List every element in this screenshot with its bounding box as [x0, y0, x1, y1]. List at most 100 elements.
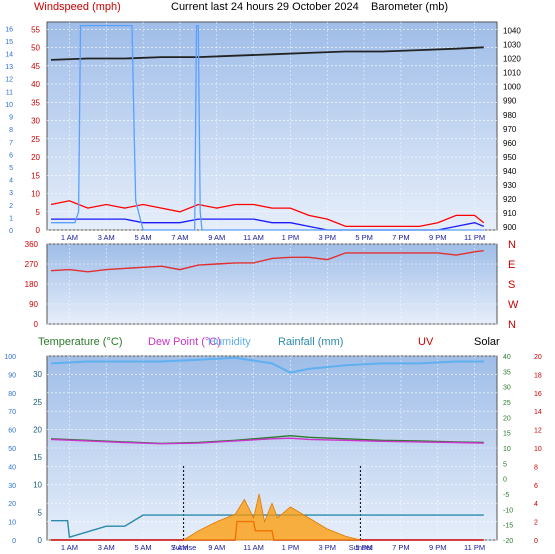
- time-tick-label: 1 PM: [282, 543, 300, 552]
- time-tick-label: 7 AM: [171, 233, 188, 242]
- humidity-tick-label: 100: [4, 354, 16, 361]
- compass-tick-label: N: [508, 319, 516, 331]
- time-tick-label: 9 PM: [429, 543, 447, 552]
- time-tick-label: 5 AM: [135, 543, 152, 552]
- legend-solar: Solar: [474, 336, 500, 348]
- humidity-tick-label: 10: [8, 520, 16, 527]
- barometer-tick-label: 1000: [503, 83, 521, 92]
- sunset-label: Sunset: [349, 543, 373, 552]
- uv-tick-label: 12: [534, 428, 542, 435]
- mph-tick-label: 50: [31, 44, 40, 53]
- direction-tick-label: 90: [29, 300, 38, 309]
- time-tick-label: 11 PM: [464, 233, 485, 242]
- barometer-tick-label: 910: [503, 209, 517, 218]
- temperature-tick-label: -20: [503, 538, 513, 545]
- humidity-tick-label: 40: [8, 464, 16, 471]
- humidity-tick-label: 60: [8, 428, 16, 435]
- temperature-tick-label: -10: [503, 507, 513, 514]
- rainfall-tick-label: 20: [33, 425, 42, 434]
- compass-tick-label: E: [508, 259, 515, 271]
- time-tick-label: 3 PM: [318, 233, 336, 242]
- chart-title: Current last 24 hours 29 October 2024: [171, 1, 359, 13]
- time-tick-label: 7 PM: [392, 233, 410, 242]
- sunrise-label: Sunrise: [171, 543, 196, 552]
- beaufort-tick-label: 10: [5, 102, 13, 109]
- temperature-tick-label: 35: [503, 369, 511, 376]
- temperature-tick-label: 40: [503, 354, 511, 361]
- legend-rainfall: Rainfall (mm): [278, 336, 343, 348]
- time-tick-label: 9 PM: [429, 233, 447, 242]
- windspeed-axis-title: Windspeed (mph): [34, 1, 121, 13]
- temperature-tick-label: -5: [503, 492, 509, 499]
- time-tick-label: 5 PM: [355, 233, 373, 242]
- humidity-tick-label: 50: [8, 446, 16, 453]
- legend-uv: UV: [418, 336, 434, 348]
- uv-tick-label: 4: [534, 501, 538, 508]
- mph-tick-label: 45: [31, 62, 40, 71]
- temperature-tick-label: 5: [503, 461, 507, 468]
- rainfall-tick-label: 0: [38, 536, 43, 545]
- barometer-tick-label: 970: [503, 125, 517, 134]
- beaufort-tick-label: 7: [9, 140, 13, 147]
- barometer-tick-label: 1010: [503, 69, 521, 78]
- rainfall-tick-label: 5: [38, 508, 43, 517]
- compass-tick-label: N: [508, 239, 516, 251]
- uv-tick-label: 16: [534, 391, 542, 398]
- barometer-tick-label: 1040: [503, 26, 521, 35]
- temperature-tick-label: 30: [503, 385, 511, 392]
- time-tick-label: 3 PM: [318, 543, 336, 552]
- rainfall-tick-label: 25: [33, 398, 42, 407]
- barometer-tick-label: 990: [503, 97, 517, 106]
- time-tick-label: 9 AM: [208, 233, 225, 242]
- beaufort-tick-label: 16: [5, 26, 13, 33]
- rainfall-tick-label: 30: [33, 370, 42, 379]
- barometer-tick-label: 930: [503, 181, 517, 190]
- beaufort-tick-label: 14: [5, 52, 13, 59]
- beaufort-tick-label: 3: [9, 190, 13, 197]
- beaufort-tick-label: 1: [9, 215, 13, 222]
- beaufort-tick-label: 4: [9, 178, 13, 185]
- temperature-tick-label: -15: [503, 523, 513, 530]
- barometer-tick-label: 980: [503, 111, 517, 120]
- barometer-axis-title: Barometer (mb): [371, 1, 448, 13]
- uv-tick-label: 14: [534, 409, 542, 416]
- uv-tick-label: 8: [534, 464, 538, 471]
- barometer-tick-label: 940: [503, 167, 517, 176]
- humidity-tick-label: 70: [8, 409, 16, 416]
- beaufort-tick-label: 15: [5, 39, 13, 46]
- uv-tick-label: 2: [534, 520, 538, 527]
- uv-tick-label: 10: [534, 446, 542, 453]
- beaufort-tick-label: 9: [9, 115, 13, 122]
- mph-tick-label: 15: [31, 171, 40, 180]
- beaufort-tick-label: 2: [9, 203, 13, 210]
- time-tick-label: 3 AM: [98, 543, 115, 552]
- uv-tick-label: 20: [534, 354, 542, 361]
- compass-tick-label: W: [508, 299, 519, 311]
- beaufort-tick-label: 11: [6, 89, 13, 96]
- temperature-tick-label: 10: [503, 446, 511, 453]
- mph-tick-label: 40: [31, 80, 40, 89]
- rainfall-tick-label: 15: [33, 453, 42, 462]
- temperature-tick-label: 15: [503, 431, 511, 438]
- mph-tick-label: 30: [31, 117, 40, 126]
- beaufort-tick-label: 12: [5, 77, 13, 84]
- mph-tick-label: 10: [31, 190, 40, 199]
- beaufort-tick-label: 5: [9, 165, 13, 172]
- mph-tick-label: 5: [36, 208, 41, 217]
- barometer-tick-label: 1020: [503, 55, 521, 64]
- time-tick-label: 3 AM: [98, 233, 115, 242]
- time-tick-label: 5 AM: [135, 233, 152, 242]
- rainfall-tick-label: 10: [33, 481, 42, 490]
- mph-tick-label: 55: [31, 25, 40, 34]
- time-tick-label: 11 PM: [464, 543, 485, 552]
- uv-tick-label: 6: [534, 483, 538, 490]
- legend-humidity: Humidity: [208, 336, 251, 348]
- time-tick-label: 1 PM: [282, 233, 300, 242]
- legend-temperature: Temperature (°C): [38, 336, 122, 348]
- compass-tick-label: S: [508, 279, 515, 291]
- humidity-tick-label: 30: [8, 483, 16, 490]
- beaufort-tick-label: 6: [9, 152, 13, 159]
- mph-tick-label: 20: [31, 153, 40, 162]
- humidity-tick-label: 20: [8, 501, 16, 508]
- humidity-tick-label: 80: [8, 391, 16, 398]
